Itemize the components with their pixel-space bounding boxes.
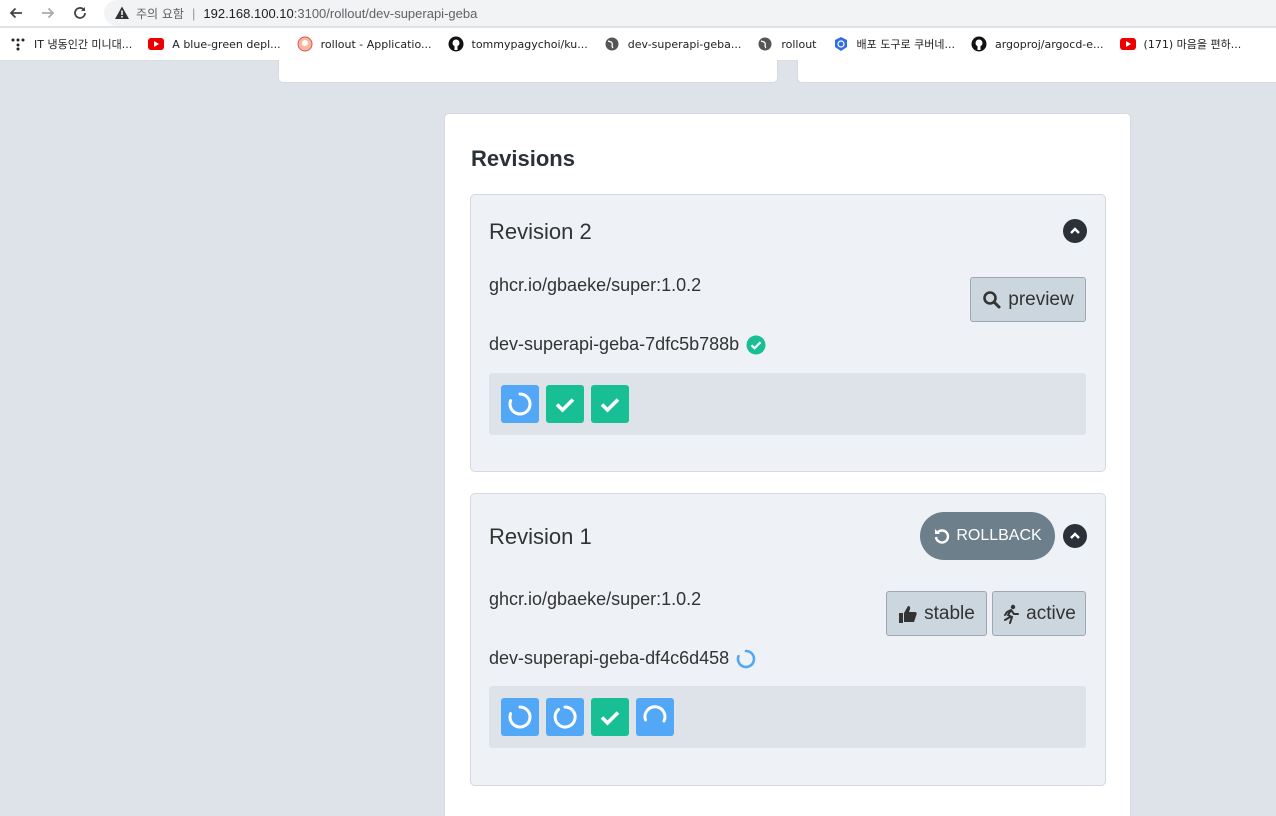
active-label: active xyxy=(1026,602,1076,624)
bookmark-item[interactable]: 배포 도구로 쿠버네... xyxy=(833,36,955,52)
undo-icon xyxy=(935,529,950,544)
reload-icon xyxy=(74,7,86,19)
bookmarks-bar: IT 냉동인간 미니대... A blue-green depl... roll… xyxy=(0,28,1276,61)
bookmark-label: dev-superapi-geba... xyxy=(627,37,742,51)
arrow-left-icon xyxy=(9,7,22,19)
arrow-right-icon xyxy=(42,7,55,19)
bookmark-item[interactable]: tommypagychoi/ku... xyxy=(448,36,588,52)
globe-icon xyxy=(604,36,620,52)
bookmark-label: IT 냉동인간 미니대... xyxy=(34,38,133,51)
browser-toolbar: 주의 요함 | 192.168.100.10 :3100/rollout/dev… xyxy=(0,0,1276,26)
replicaset-name: dev-superapi-geba-7dfc5b788b xyxy=(489,334,766,355)
collapse-button[interactable] xyxy=(1063,219,1087,243)
pods-container xyxy=(489,686,1086,748)
bookmark-item[interactable]: A blue-green depl... xyxy=(148,36,281,52)
bookmark-item[interactable]: (171) 마음을 편하... xyxy=(1119,36,1242,52)
reload-button[interactable] xyxy=(64,0,96,26)
dots-icon xyxy=(10,36,26,52)
pod-progressing[interactable] xyxy=(501,698,539,736)
url-path: :3100/rollout/dev-superapi-geba xyxy=(293,5,478,21)
bookmark-item[interactable]: rollout xyxy=(757,36,817,52)
youtube-icon xyxy=(1119,36,1136,52)
replicaset-label: dev-superapi-geba-7dfc5b788b xyxy=(489,334,740,354)
pod-progressing[interactable] xyxy=(546,698,584,736)
spinner-icon xyxy=(736,649,756,669)
check-icon xyxy=(600,398,620,413)
revision-title: Revision 1 xyxy=(489,524,592,549)
replicaset-name: dev-superapi-geba-df4c6d458 xyxy=(489,648,756,669)
address-bar[interactable]: 주의 요함 | 192.168.100.10 :3100/rollout/dev… xyxy=(104,0,1276,26)
stable-label: stable xyxy=(924,602,975,624)
stable-badge[interactable]: stable xyxy=(886,591,987,636)
pod-healthy[interactable] xyxy=(546,385,584,423)
security-label: 주의 요함 xyxy=(136,6,184,21)
preview-label: preview xyxy=(1008,288,1074,310)
preview-button[interactable]: preview xyxy=(970,277,1086,322)
pod-progressing[interactable] xyxy=(636,698,674,736)
bookmark-label: rollout - Applicatio... xyxy=(320,37,432,51)
bookmark-label: A blue-green depl... xyxy=(172,37,281,51)
collapse-button[interactable] xyxy=(1063,524,1087,548)
bookmark-label: argoproj/argocd-e... xyxy=(994,37,1104,51)
active-badge[interactable]: active xyxy=(992,591,1086,636)
globe-icon xyxy=(757,36,773,52)
argo-icon xyxy=(297,36,313,52)
check-circle-icon xyxy=(746,335,766,355)
bookmark-label: tommypagychoi/ku... xyxy=(471,37,588,51)
youtube-icon xyxy=(148,36,165,52)
spinner-icon xyxy=(643,705,667,723)
forward-button[interactable] xyxy=(32,0,64,26)
github-icon xyxy=(448,36,464,52)
pod-healthy[interactable] xyxy=(591,698,629,736)
bookmark-item[interactable]: dev-superapi-geba... xyxy=(604,36,742,52)
bookmark-item[interactable]: argoproj/argocd-e... xyxy=(971,36,1104,52)
spinner-icon xyxy=(508,392,532,416)
revisions-panel: Revisions Revision 2 ghcr.io/gbaeke/supe… xyxy=(444,113,1131,816)
url-divider: | xyxy=(191,5,196,21)
pods-container xyxy=(489,373,1086,435)
kubernetes-icon xyxy=(833,36,849,52)
revision-card: Revision 2 ghcr.io/gbaeke/super:1.0.2 pr… xyxy=(470,194,1106,472)
summary-card xyxy=(278,60,778,83)
spinner-icon xyxy=(508,705,532,729)
bookmark-label: rollout xyxy=(781,37,817,51)
rollback-label: ROLLBACK xyxy=(956,527,1042,544)
bookmark-label: 배포 도구로 쿠버네... xyxy=(856,38,955,51)
bookmark-label: (171) 마음을 편하... xyxy=(1143,38,1242,51)
rollback-button[interactable]: ROLLBACK xyxy=(920,512,1055,560)
revision-title: Revision 2 xyxy=(489,219,592,244)
check-icon xyxy=(600,711,620,726)
url-host: 192.168.100.10 xyxy=(203,5,294,21)
bookmark-item[interactable]: IT 냉동인간 미니대... xyxy=(10,36,132,52)
pod-progressing[interactable] xyxy=(501,385,539,423)
chevron-up-icon xyxy=(1070,227,1080,234)
github-icon xyxy=(971,36,987,52)
search-icon xyxy=(983,290,1001,308)
containers-card xyxy=(797,60,1276,83)
running-icon xyxy=(1004,604,1020,624)
bookmark-item[interactable]: rollout - Applicatio... xyxy=(297,36,432,52)
spinner-icon xyxy=(553,705,577,729)
chevron-up-icon xyxy=(1070,532,1080,539)
back-button[interactable] xyxy=(0,0,32,26)
warning-icon xyxy=(114,5,130,21)
check-icon xyxy=(555,398,575,413)
panel-title: Revisions xyxy=(471,146,575,171)
container-image: ghcr.io/gbaeke/super:1.0.2 xyxy=(489,275,702,295)
thumbs-up-icon xyxy=(899,605,917,623)
replicaset-label: dev-superapi-geba-df4c6d458 xyxy=(489,648,730,668)
revision-card: Revision 1 ROLLBACK ghcr.io/gbaeke/super… xyxy=(470,493,1106,786)
container-image: ghcr.io/gbaeke/super:1.0.2 xyxy=(489,589,702,609)
pod-healthy[interactable] xyxy=(591,385,629,423)
